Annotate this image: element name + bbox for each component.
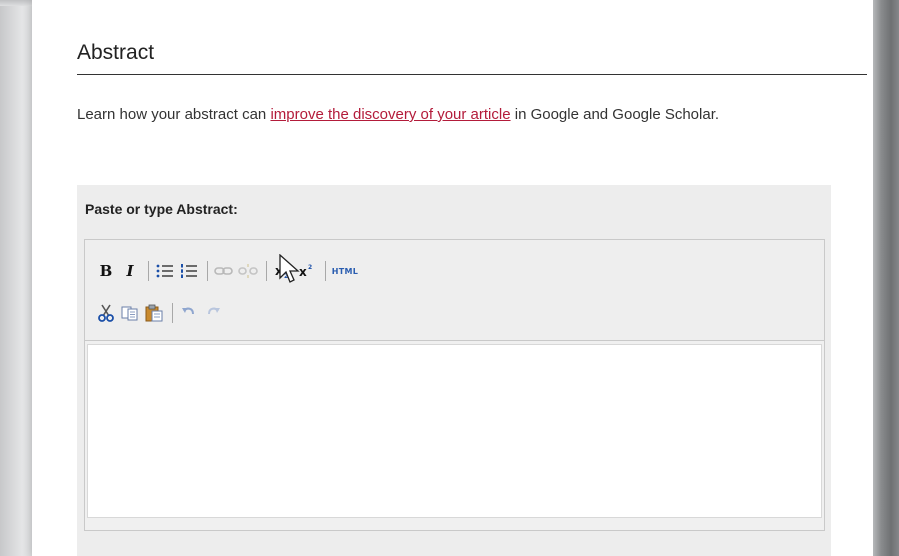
discovery-link[interactable]: improve the discovery of your article: [270, 106, 510, 123]
abstract-text-area[interactable]: [87, 344, 822, 518]
toolbar-separator: [325, 261, 326, 281]
intro-text-after: in Google and Google Scholar.: [510, 106, 720, 123]
html-source-button[interactable]: HTML: [331, 260, 359, 282]
toolbar-row-2: [95, 302, 226, 324]
toolbar-separator: [172, 303, 173, 323]
section-title: Abstract: [77, 41, 155, 64]
right-frame-edge: [873, 0, 899, 556]
bold-button[interactable]: B: [95, 260, 117, 282]
toolbar-separator: [207, 261, 208, 281]
paste-icon[interactable]: [143, 302, 165, 324]
title-divider: [77, 74, 873, 75]
editor-toolbar: B I x 2 x 2 HTML: [85, 240, 824, 341]
abstract-label: Paste or type Abstract:: [85, 201, 238, 217]
bullet-list-icon[interactable]: [154, 260, 176, 282]
rich-text-editor: B I x 2 x 2 HTML: [84, 239, 825, 531]
link-icon[interactable]: [213, 260, 235, 282]
intro-text: Learn how your abstract can improve the …: [77, 105, 837, 124]
cut-icon[interactable]: [95, 302, 117, 324]
mouse-cursor-icon: [279, 254, 300, 283]
italic-button[interactable]: I: [119, 260, 141, 282]
intro-text-before: Learn how your abstract can: [77, 106, 271, 123]
svg-text:2: 2: [308, 264, 312, 271]
redo-icon[interactable]: [202, 302, 224, 324]
undo-icon[interactable]: [178, 302, 200, 324]
numbered-list-icon[interactable]: [178, 260, 200, 282]
toolbar-row-1: B I x 2 x 2 HTML: [95, 260, 361, 282]
toolbar-separator: [148, 261, 149, 281]
abstract-panel: Paste or type Abstract: B I x 2 x 2 HTML: [77, 185, 831, 556]
toolbar-separator: [266, 261, 267, 281]
unlink-icon[interactable]: [237, 260, 259, 282]
copy-icon[interactable]: [119, 302, 141, 324]
content-page: Abstract Learn how your abstract can imp…: [32, 0, 873, 556]
